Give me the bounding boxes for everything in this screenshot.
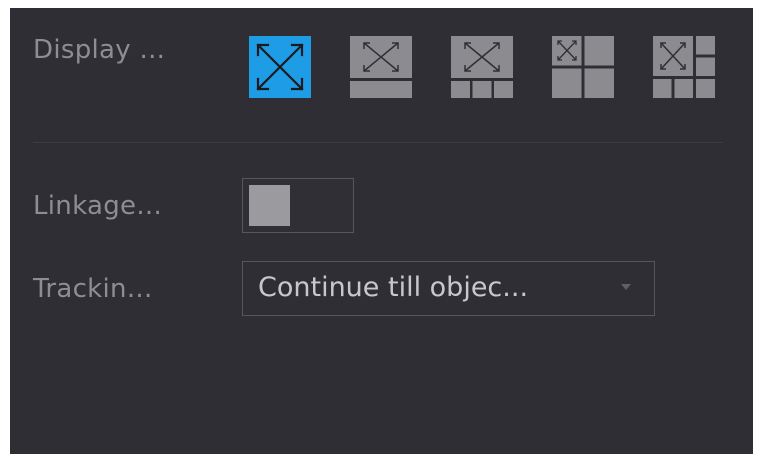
layout-quad-icon (552, 36, 614, 98)
layout-1-plus-1-icon (350, 36, 412, 98)
display-mode-label: Display ... (33, 35, 166, 65)
display-mode-1-plus-5-button[interactable] (653, 36, 715, 98)
expand-arrows-icon (249, 36, 311, 98)
tracking-mode-select[interactable]: Continue till objec... (242, 261, 655, 316)
display-mode-1-plus-1-button[interactable] (350, 36, 412, 98)
toggle-knob (249, 185, 290, 226)
layout-1-plus-3-icon (451, 36, 513, 98)
dropdown-arrow-icon (621, 284, 631, 290)
linkage-label: Linkage... (33, 191, 163, 221)
display-mode-1-plus-3-button[interactable] (451, 36, 513, 98)
display-mode-single-button[interactable] (249, 36, 311, 98)
linkage-toggle[interactable] (242, 178, 354, 233)
section-divider (33, 142, 723, 143)
smart-tracking-panel: Display ... Linkage... Trackin... Contin… (10, 8, 753, 454)
tracking-mode-value: Continue till objec... (258, 272, 529, 303)
display-mode-quad-button[interactable] (552, 36, 614, 98)
layout-1-plus-5-icon (653, 36, 715, 98)
tracking-label: Trackin... (33, 274, 153, 304)
